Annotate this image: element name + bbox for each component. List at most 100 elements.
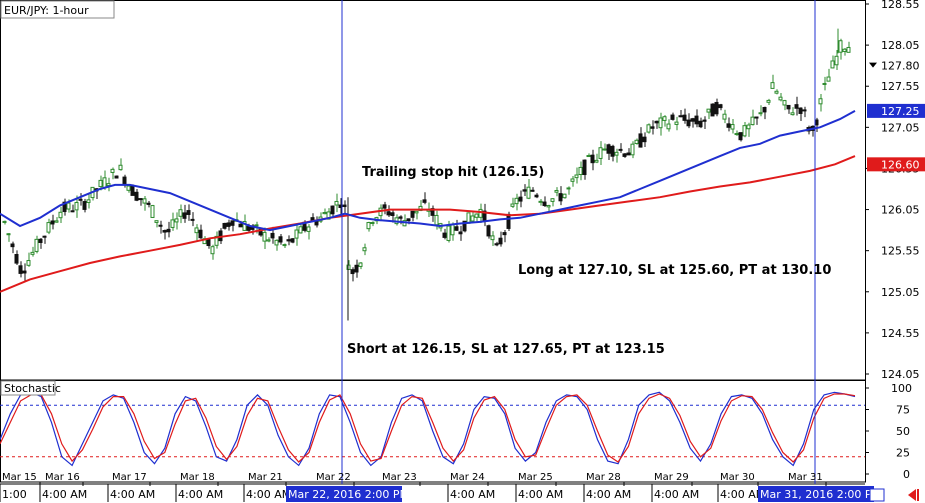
candle-body xyxy=(514,197,519,205)
candle-body xyxy=(106,183,111,187)
candle-body xyxy=(826,76,831,82)
candle-body xyxy=(162,230,167,233)
candle-body xyxy=(698,120,703,128)
candle-body xyxy=(782,100,787,106)
candle-body xyxy=(762,106,767,113)
candle-body xyxy=(634,139,639,145)
candle-body xyxy=(586,155,591,158)
candle-body xyxy=(366,222,371,230)
candle-body xyxy=(494,243,499,246)
candle-body xyxy=(546,205,551,208)
candle-body xyxy=(290,238,295,243)
candle-body xyxy=(238,223,243,228)
candle-body xyxy=(270,232,275,239)
candle-body xyxy=(502,232,507,236)
day-label: Mar 29 xyxy=(654,472,689,483)
candle-body xyxy=(794,104,799,109)
time-label: 1:00 xyxy=(2,488,27,501)
candle-body xyxy=(770,82,775,89)
candle-body xyxy=(726,123,731,128)
candle-body xyxy=(386,211,391,216)
candle-body xyxy=(170,219,175,228)
time-label: 4:00 AM xyxy=(654,488,699,501)
candle-body xyxy=(18,265,23,274)
candle-body xyxy=(398,216,403,219)
candle-body xyxy=(446,225,451,241)
candle-body xyxy=(562,193,567,199)
candle-body xyxy=(46,222,51,233)
candle-body xyxy=(846,46,851,53)
time-label: 4:00 AM xyxy=(246,488,291,501)
candle-body xyxy=(558,193,563,202)
candle-body xyxy=(34,238,39,252)
candle-body xyxy=(186,210,191,215)
candle-body xyxy=(674,121,679,125)
candle-body xyxy=(166,228,171,233)
time-label: 4:00 AM xyxy=(42,488,87,501)
candle-body xyxy=(670,114,675,120)
candle-body xyxy=(102,177,107,189)
candle-body xyxy=(630,143,635,156)
candle-body xyxy=(566,187,571,190)
candle-body xyxy=(618,148,623,151)
candle-body xyxy=(274,239,279,246)
candle-body xyxy=(110,168,115,173)
candle-body xyxy=(50,220,55,225)
annotation-label: Short at 126.15, SL at 127.65, PT at 123… xyxy=(347,342,665,357)
candle-body xyxy=(750,116,755,126)
candle-body xyxy=(754,116,759,119)
candle-body xyxy=(210,246,215,255)
candle-body xyxy=(78,198,83,201)
candle-body xyxy=(194,227,199,234)
candle-body xyxy=(470,215,475,222)
candle-body xyxy=(74,202,79,211)
candle-body xyxy=(342,204,347,208)
candle-body xyxy=(450,223,455,236)
candle-body xyxy=(158,224,163,227)
candle-body xyxy=(786,104,791,110)
link-icon[interactable] xyxy=(869,488,885,502)
candle-body xyxy=(98,179,103,188)
candle-body xyxy=(390,212,395,217)
highlighted-time-label: Mar 31, 2016 2:00 PM xyxy=(760,488,881,501)
candle-body xyxy=(658,117,663,129)
candle-body xyxy=(442,232,447,238)
candle-body xyxy=(278,236,283,243)
candle-body xyxy=(830,60,835,69)
candle-body xyxy=(262,231,267,242)
candle-body xyxy=(706,108,711,113)
chart-title: EUR/JPY: 1-hour xyxy=(4,4,89,17)
candle-body xyxy=(642,136,647,143)
day-label: Mar 21 xyxy=(248,472,283,483)
time-label: 4:00 AM xyxy=(450,488,495,501)
candle-body xyxy=(322,212,327,215)
stochastic-tick-label: 50 xyxy=(896,425,910,438)
annotation-label: Long at 127.10, SL at 125.60, PT at 130.… xyxy=(518,263,831,278)
candle-body xyxy=(54,220,59,223)
candle-body xyxy=(498,237,503,245)
candle-body xyxy=(222,222,227,229)
candle-body xyxy=(30,251,35,255)
candle-body xyxy=(738,132,743,141)
candle-body xyxy=(582,159,587,176)
time-label: 4:00 AM xyxy=(178,488,223,501)
candle-body xyxy=(334,200,339,206)
candle-body xyxy=(38,238,43,243)
day-label: Mar 30 xyxy=(720,472,755,483)
candle-body xyxy=(434,214,439,226)
candle-body xyxy=(610,145,615,157)
candle-body xyxy=(742,125,747,137)
candle-body xyxy=(358,262,363,267)
time-label: 4:00 AM xyxy=(586,488,631,501)
candle-body xyxy=(798,107,803,114)
candle-body xyxy=(454,226,459,231)
candle-body xyxy=(182,212,187,219)
candle-body xyxy=(474,213,479,218)
candle-body xyxy=(14,254,19,264)
candle-body xyxy=(654,120,659,124)
chart-canvas: Trailing stop hit (126.15) Long at 127.10… xyxy=(0,0,925,503)
candle-body xyxy=(694,115,699,125)
candle-body xyxy=(70,210,75,213)
candle-body xyxy=(554,190,559,193)
price-tag-label: 127.80 xyxy=(881,60,920,73)
